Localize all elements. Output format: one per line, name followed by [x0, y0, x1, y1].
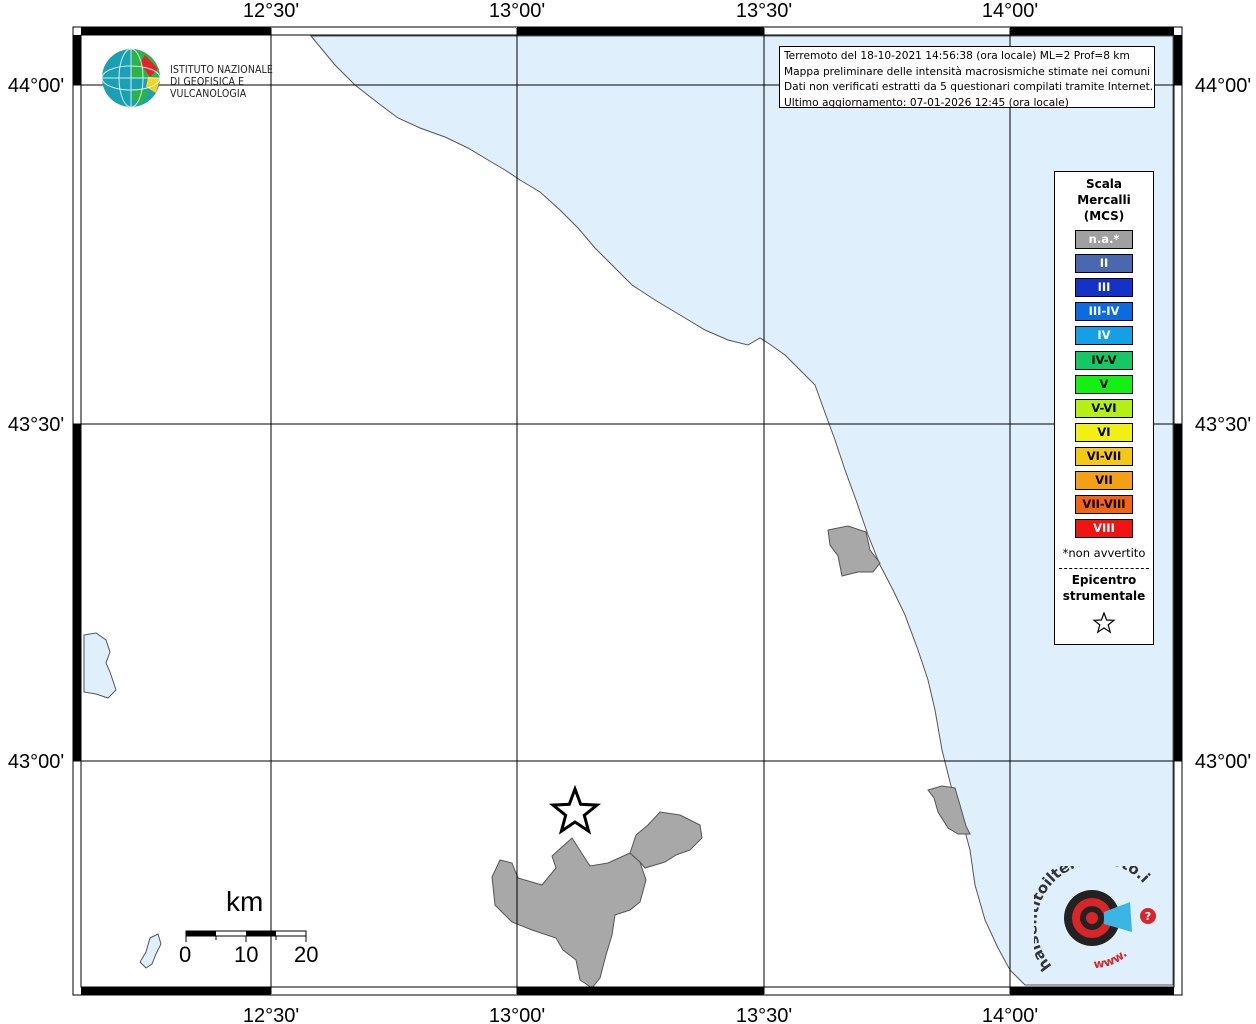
ingv-logo-line1: ISTITUTO NAZIONALE: [170, 64, 273, 76]
legend-swatch-12: VIII: [1075, 519, 1133, 539]
haisentito-logo-prefix: www.: [1093, 946, 1130, 971]
lat-tick-right-1: 44°00': [1195, 75, 1251, 97]
lon-tick-bottom-1: 12°30': [243, 1005, 299, 1024]
legend-title-line3: (MCS): [1083, 209, 1125, 223]
mcs-legend: Scala Mercalli (MCS) n.a.* II III III-IV IV I…: [1054, 171, 1154, 645]
municipality-northeast: [629, 811, 703, 869]
legend-swatch-8: VI: [1075, 422, 1133, 442]
ingv-logo-text: ISTITUTO NAZIONALE DI GEOFISICA E VULCAN…: [170, 64, 310, 100]
lat-tick-left-3: 43°00': [8, 751, 64, 773]
legend-swatch-3: III-IV: [1075, 302, 1133, 322]
legend-swatch-2: III: [1075, 278, 1133, 298]
legend-separator: [1059, 568, 1149, 569]
lat-tick-right-2: 43°30': [1195, 414, 1251, 436]
lake-trasimeno: [83, 632, 117, 699]
scale-label-20: 20: [294, 942, 319, 967]
legend-swatch-7: V-VI: [1075, 398, 1133, 418]
legend-title: Scala Mercalli (MCS): [1055, 176, 1153, 224]
scale-label-10: 10: [234, 942, 259, 967]
legend-note: *non avvertito: [1062, 546, 1146, 560]
lon-tick-bottom-4: 14°00': [982, 1005, 1038, 1024]
lon-tick-top-2: 13°00': [489, 0, 545, 22]
scale-label-0: 0: [179, 942, 192, 967]
legend-star-icon: [1092, 612, 1116, 634]
small-lake: [139, 933, 162, 969]
ingv-logo: ISTITUTO NAZIONALE DI GEOFISICA E VULCAN…: [100, 47, 310, 109]
scale-unit: km: [226, 886, 264, 917]
scale-bar: [185, 930, 307, 942]
legend-epicenter-line1: Epicentro: [1071, 573, 1137, 587]
legend-epicenter-line2: strumentale: [1062, 589, 1146, 603]
adriatic-sea: [309, 35, 1174, 986]
event-info-box: Terremoto del 18-10-2021 14:56:38 (ora l…: [779, 46, 1155, 108]
lat-tick-right-3: 43°00': [1195, 751, 1251, 773]
legend-swatch-9: VI-VII: [1075, 446, 1133, 466]
event-info-line3: Dati non verificati estratti da 5 questi…: [784, 81, 1154, 93]
lon-tick-top-3: 13°30': [736, 0, 792, 22]
legend-swatch-6: V: [1075, 374, 1133, 394]
legend-swatch-4: IV: [1075, 326, 1133, 346]
legend-epicenter-label: Epicentro strumentale: [1055, 572, 1153, 604]
event-info-line4: Ultimo aggiornamento: 07-01-2026 12:45 (…: [784, 96, 1069, 108]
lon-tick-top-1: 12°30': [243, 0, 299, 22]
haisentito-logo: ? haisentitoilterremoto.it www.: [1034, 866, 1156, 975]
legend-swatch-1: II: [1075, 254, 1133, 274]
legend-swatch-0: n.a.*: [1075, 230, 1133, 249]
event-info-line1: Terremoto del 18-10-2021 14:56:38 (ora l…: [784, 50, 1130, 62]
legend-swatch-11: VII-VIII: [1075, 495, 1133, 515]
legend-swatch-10: VII: [1075, 471, 1133, 490]
ingv-logo-line2: DI GEOFISICA E VULCANOLOGIA: [170, 76, 247, 100]
legend-title-line2: Mercalli: [1077, 193, 1131, 207]
lon-tick-bottom-3: 13°30': [736, 1005, 792, 1024]
legend-swatch-5: IV-V: [1075, 350, 1133, 370]
lon-tick-bottom-2: 13°00': [489, 1005, 545, 1024]
event-info-line2: Mappa preliminare delle intensità macros…: [784, 65, 1151, 78]
epicenter-star-icon: [548, 784, 602, 835]
svg-text:?: ?: [1145, 910, 1151, 923]
lon-tick-top-4: 14°00': [982, 0, 1038, 22]
lat-tick-left-1: 44°00': [8, 75, 64, 97]
lat-tick-left-2: 43°30': [8, 414, 64, 436]
municipality-central: [491, 837, 647, 989]
ingv-globe-icon: [101, 48, 161, 108]
legend-title-line1: Scala: [1085, 177, 1123, 191]
